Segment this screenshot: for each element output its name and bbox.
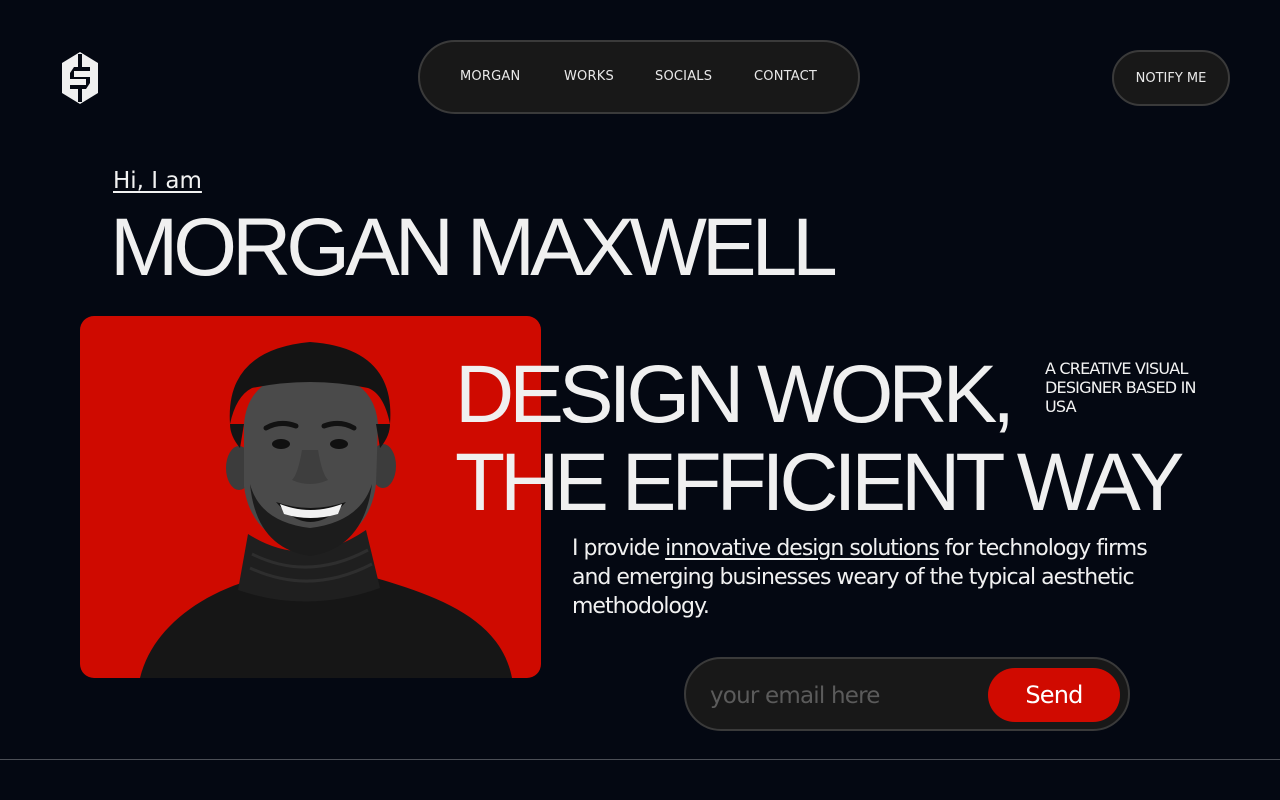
- greeting-text: Hi, I am: [113, 168, 202, 194]
- hero-description: I provide innovative design solutions fo…: [572, 534, 1182, 621]
- hero-heading-line-1: DESIGN WORK,: [455, 349, 1015, 440]
- nav-item-socials[interactable]: SOCIALS: [655, 69, 712, 85]
- top-nav: MORGAN WORKS SOCIALS CONTACT: [418, 40, 860, 114]
- subscribe-form: Send: [684, 657, 1130, 731]
- hero-heading-line-2: THE EFFICIENT WAY: [455, 437, 1184, 528]
- nav-item-morgan[interactable]: MORGAN: [460, 69, 520, 85]
- portfolio-page: MORGAN WORKS SOCIALS CONTACT NOTIFY ME H…: [0, 0, 1280, 800]
- description-text-before: I provide: [572, 536, 666, 561]
- email-input[interactable]: [708, 678, 982, 714]
- hero-name: MORGAN MAXWELL: [110, 202, 838, 293]
- nav-item-works[interactable]: WORKS: [564, 69, 614, 85]
- tagline-text: A CREATIVE VISUAL DESIGNER BASED IN USA: [1045, 359, 1196, 416]
- send-button[interactable]: Send: [988, 668, 1120, 722]
- hex-s-logo-icon[interactable]: [60, 50, 100, 106]
- innovative-design-link[interactable]: innovative design solutions: [665, 536, 940, 561]
- notify-me-button[interactable]: NOTIFY ME: [1112, 50, 1230, 106]
- footer-divider: [0, 759, 1280, 760]
- nav-item-contact[interactable]: CONTACT: [754, 69, 817, 85]
